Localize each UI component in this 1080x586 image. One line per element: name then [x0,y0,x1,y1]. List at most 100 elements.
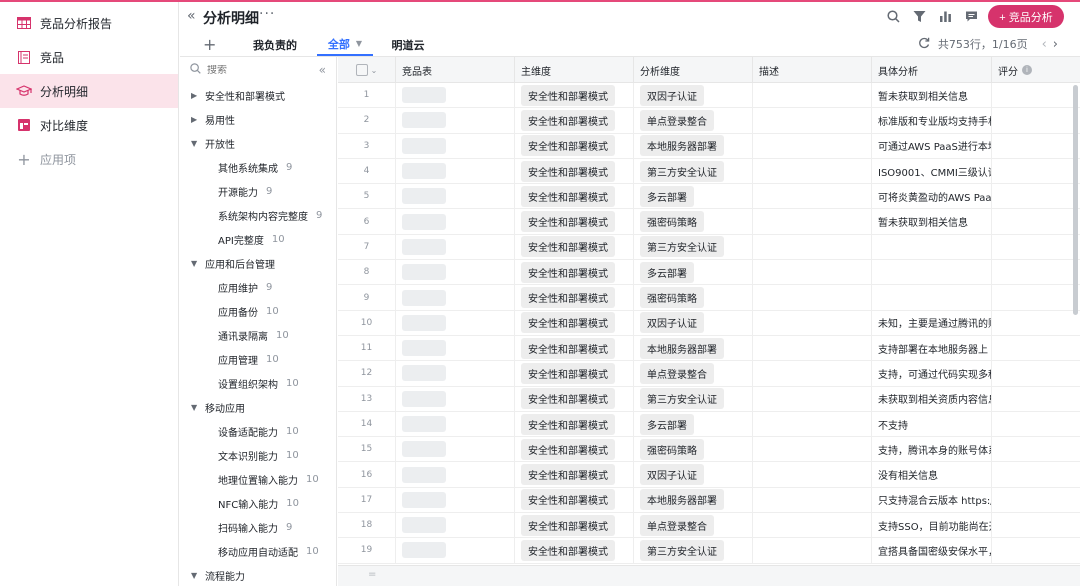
cell-score[interactable] [992,387,1080,411]
cell-description[interactable] [753,209,872,234]
bar-chart-icon[interactable] [936,7,954,25]
column-header[interactable]: 主维度 [515,57,634,83]
cell-detail[interactable]: 暂未获取到相关信息 [872,209,992,234]
tree-item[interactable]: 设备适配能力 10 [180,419,336,443]
prev-page-icon[interactable]: ‹ [1042,37,1053,52]
tree-item[interactable]: 开源能力 9 [180,179,336,203]
cell-detail[interactable] [872,260,992,285]
caret-down-icon[interactable]: ▼ [191,403,205,412]
cell-analysis-dimension[interactable]: 双因子认证 [634,83,753,108]
cell-main-dimension[interactable]: 安全性和部署模式 [515,133,634,158]
cell-competitor[interactable] [396,310,515,335]
search-icon[interactable] [884,7,902,25]
tree-item[interactable]: 扫码输入能力 9 [180,515,336,539]
tree-item[interactable]: 设置组织架构 10 [180,371,336,395]
cell-detail[interactable]: 宜搭具备国密级安保水平， [872,538,992,563]
tab-mine[interactable]: 我负责的 [247,33,303,56]
add-competitor-analysis-button[interactable]: + 竞品分析 [988,5,1064,28]
cell-competitor[interactable] [396,108,515,133]
cell-main-dimension[interactable]: 安全性和部署模式 [515,386,634,411]
cell-main-dimension[interactable]: 安全性和部署模式 [515,108,634,133]
cell-analysis-dimension[interactable]: 强密码策略 [634,285,753,310]
cell-main-dimension[interactable]: 安全性和部署模式 [515,83,634,108]
cell-detail[interactable]: 支持，可通过代码实现多种 [872,361,992,386]
cell-main-dimension[interactable]: 安全性和部署模式 [515,184,634,209]
cell-score[interactable] [992,412,1080,436]
cell-main-dimension[interactable]: 安全性和部署模式 [515,437,634,462]
cell-main-dimension[interactable]: 安全性和部署模式 [515,335,634,361]
table-row[interactable]: 13 安全性和部署模式 第三方安全认证 未获取到相关资质内容信息 [338,386,1080,412]
cell-description[interactable] [753,437,872,462]
tab-all[interactable]: 全部 ▼ [317,33,373,56]
cell-competitor[interactable] [396,209,515,234]
collapse-sidebar-icon[interactable]: « [187,8,196,24]
cell-analysis-dimension[interactable]: 双因子认证 [634,462,753,487]
tree-item[interactable]: 通讯录隔离 10 [180,323,336,347]
cell-detail[interactable]: 不支持 [872,411,992,437]
cell-description[interactable] [753,184,872,209]
select-all-checkbox[interactable] [355,64,368,76]
column-header[interactable]: 分析维度 [634,57,753,83]
table-row[interactable]: 10 安全性和部署模式 双因子认证 未知，主要是通过腾讯的账 [338,310,1080,336]
cell-competitor[interactable] [396,285,515,310]
cell-main-dimension[interactable]: 安全性和部署模式 [515,538,634,563]
table-row[interactable]: 3 安全性和部署模式 本地服务器部署 可通过AWS PaaS进行本地 [338,133,1080,159]
cell-analysis-dimension[interactable]: 多云部署 [634,260,753,285]
tree-item[interactable]: 移动应用自动适配 10 [180,539,336,563]
cell-score[interactable] [992,437,1080,461]
table-row[interactable]: 17 安全性和部署模式 本地服务器部署 只支持混合云版本 https:// [338,487,1080,514]
cell-score[interactable] [992,83,1080,107]
cell-main-dimension[interactable]: 安全性和部署模式 [515,260,634,285]
cell-analysis-dimension[interactable]: 强密码策略 [634,437,753,462]
cell-detail[interactable]: 可通过AWS PaaS进行本地 [872,133,992,158]
cell-description[interactable] [753,513,872,538]
cell-competitor[interactable] [396,133,515,158]
cell-description[interactable] [753,158,872,184]
cell-description[interactable] [753,285,872,310]
cell-detail[interactable]: 暂未获取到相关信息 [872,83,992,108]
add-view-icon[interactable]: + [203,35,217,54]
cell-score[interactable] [992,488,1080,512]
table-row[interactable]: 8 安全性和部署模式 多云部署 [338,260,1080,286]
cell-description[interactable] [753,411,872,437]
cell-main-dimension[interactable]: 安全性和部署模式 [515,361,634,386]
cell-detail[interactable]: ISO9001、CMMI三级认证 [872,158,992,184]
cell-analysis-dimension[interactable]: 单点登录整合 [634,361,753,386]
cell-description[interactable] [753,260,872,285]
cell-detail[interactable]: 支持SSO，目前功能尚在开 [872,513,992,538]
column-header[interactable]: 竞品表 [396,57,515,83]
cell-main-dimension[interactable]: 安全性和部署模式 [515,487,634,513]
cell-description[interactable] [753,386,872,411]
tree-item[interactable]: 应用维护 9 [180,275,336,299]
caret-down-icon[interactable]: ▼ [191,571,205,580]
cell-analysis-dimension[interactable]: 本地服务器部署 [634,335,753,361]
cell-analysis-dimension[interactable]: 单点登录整合 [634,108,753,133]
cell-analysis-dimension[interactable]: 多云部署 [634,411,753,437]
cell-analysis-dimension[interactable]: 第三方安全认证 [634,158,753,184]
table-row[interactable]: 1 安全性和部署模式 双因子认证 暂未获取到相关信息 [338,83,1080,109]
table-row[interactable]: 16 安全性和部署模式 双因子认证 没有相关信息 [338,462,1080,488]
table-row[interactable]: 14 安全性和部署模式 多云部署 不支持 [338,411,1080,438]
cell-score[interactable] [992,108,1080,132]
cell-competitor[interactable] [396,462,515,487]
nav-item-competitors[interactable]: 竞品 [0,40,178,74]
cell-score[interactable] [992,184,1080,208]
tree-group[interactable]: ▼ 开放性 [180,131,336,155]
cell-analysis-dimension[interactable]: 第三方安全认证 [634,234,753,260]
cell-detail[interactable]: 未获取到相关资质内容信息 [872,386,992,411]
cell-score[interactable] [992,513,1080,537]
cell-description[interactable] [753,108,872,133]
cell-competitor[interactable] [396,513,515,538]
cell-score[interactable] [992,336,1080,360]
caret-right-icon[interactable]: ▶ [191,91,205,100]
cell-analysis-dimension[interactable]: 本地服务器部署 [634,133,753,158]
cell-detail[interactable]: 标准版和专业版均支持手机 [872,108,992,133]
cell-description[interactable] [753,335,872,361]
table-row[interactable]: 9 安全性和部署模式 强密码策略 [338,285,1080,311]
tree-item[interactable]: 地理位置输入能力 10 [180,467,336,491]
cell-score[interactable] [992,260,1080,284]
table-row[interactable]: 12 安全性和部署模式 单点登录整合 支持，可通过代码实现多种 [338,361,1080,387]
cell-analysis-dimension[interactable]: 第三方安全认证 [634,538,753,563]
tree-group[interactable]: ▶ 安全性和部署模式 [180,83,336,107]
cell-detail[interactable]: 未知，主要是通过腾讯的账 [872,310,992,335]
